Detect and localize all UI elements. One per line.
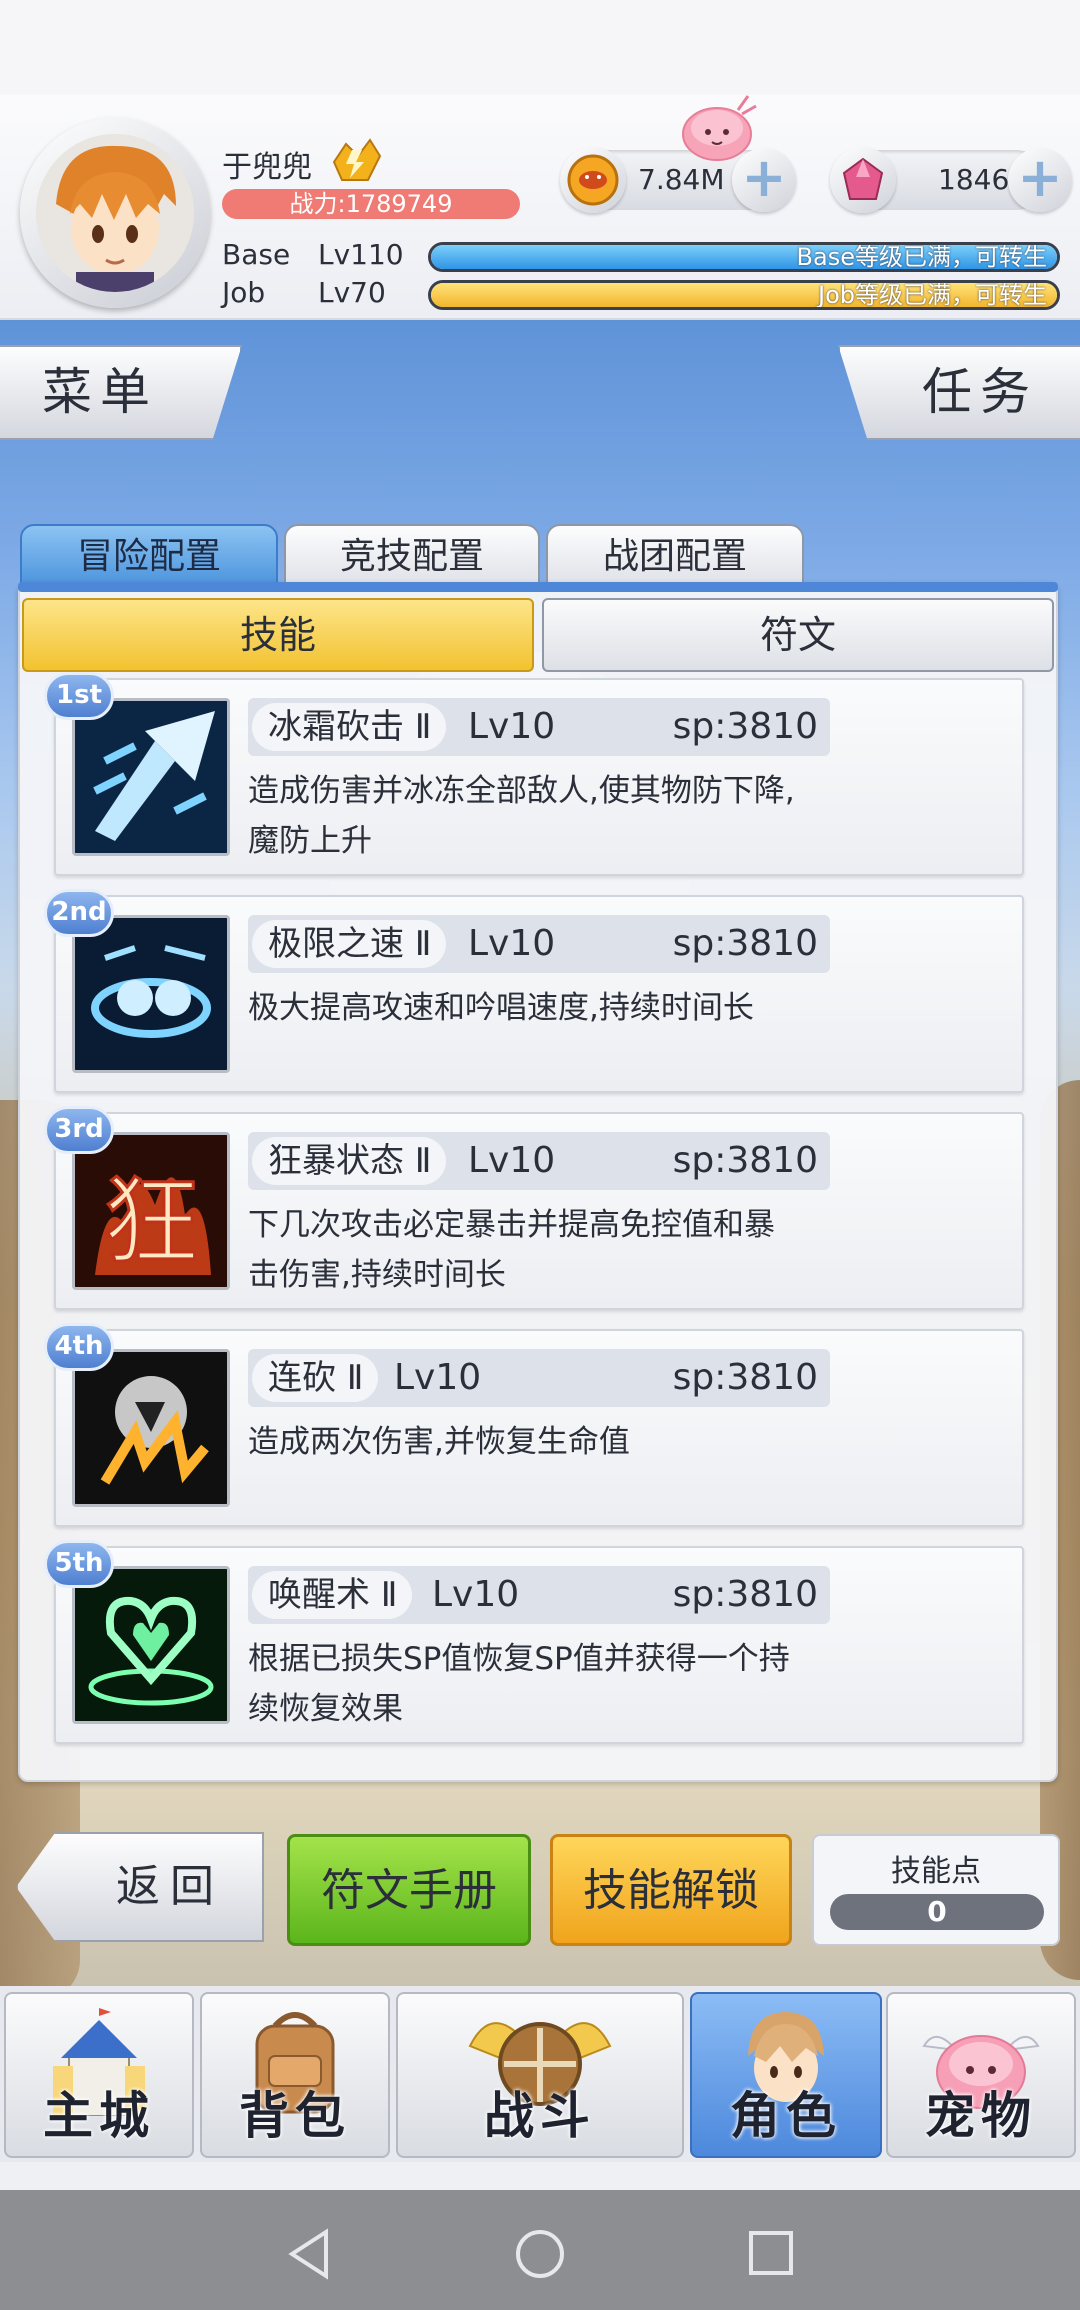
rank-badge: 5th [44, 1540, 114, 1588]
back-button[interactable]: 返回 [16, 1832, 264, 1942]
skill-sp-cost: sp:3810 [672, 1574, 818, 1615]
job-exp-bar: Job等级已满，可转生 [428, 280, 1060, 310]
gem-icon [830, 147, 896, 213]
berserk-glyph: 狂 [103, 1166, 199, 1278]
tab-guild-config[interactable]: 战团配置 [546, 524, 804, 586]
nav-battle[interactable]: 战斗 [396, 1992, 684, 2158]
skill-unlock-button[interactable]: 技能解锁 [550, 1834, 792, 1946]
skill-sp-cost: sp:3810 [672, 706, 818, 747]
skill-slot-5[interactable]: 5th 唤醒术 Ⅱ Lv10 sp:3810 根据已损失SP值恢复SP值并获得一… [44, 1540, 1024, 1744]
panel-accent-line [18, 582, 1058, 592]
skill-header: 唤醒术 Ⅱ Lv10 sp:3810 [248, 1566, 830, 1624]
skill-description-line: 根据已损失SP值恢复SP值并获得一个持 [248, 1641, 790, 1677]
nav-pet[interactable]: 宠物 [886, 1992, 1076, 2158]
recents-square-icon[interactable] [746, 2226, 796, 2282]
avatar-portrait-icon [36, 134, 194, 292]
base-label: Base [222, 238, 291, 271]
skill-sp-cost: sp:3810 [672, 923, 818, 964]
skill-points-label: 技能点 [891, 1854, 981, 1889]
skill-name: 狂暴状态 Ⅱ [252, 1137, 446, 1185]
skill-level: Lv10 [432, 1574, 520, 1615]
skill-name: 冰霜砍击 Ⅱ [252, 703, 446, 751]
awaken-heart-icon [72, 1566, 230, 1724]
base-level-row: Base Lv110 [222, 238, 404, 271]
tab-arena-config[interactable]: 竞技配置 [284, 524, 540, 586]
skill-sp-cost: sp:3810 [672, 1357, 818, 1398]
power-crest-icon [332, 138, 382, 181]
nav-label: 主城 [43, 2087, 155, 2145]
tab-adventure-config[interactable]: 冒险配置 [20, 524, 278, 586]
skill-slot-3[interactable]: 狂 3rd 狂暴状态 Ⅱ Lv10 sp:3810 下几次攻击必定暴击并提高免控… [44, 1106, 1024, 1310]
skill-name: 连砍 Ⅱ [252, 1354, 378, 1402]
skill-slot-2[interactable]: 2nd 极限之速 Ⅱ Lv10 sp:3810 极大提高攻速和吟唱速度,持续时间… [44, 889, 1024, 1093]
job-label: Job [222, 276, 266, 309]
nav-label: 战斗 [484, 2087, 596, 2145]
rank-badge: 4th [44, 1323, 114, 1371]
skill-header: 狂暴状态 Ⅱ Lv10 sp:3810 [248, 1132, 830, 1190]
job-level-row: Job Lv70 [222, 276, 386, 309]
skill-description: 下几次攻击必定暴击并提高免控值和暴 击伤害,持续时间长 [248, 1200, 848, 1300]
subtab-runes[interactable]: 符文 [542, 598, 1054, 672]
skill-name: 唤醒术 Ⅱ [252, 1571, 412, 1619]
avatar[interactable] [36, 134, 194, 292]
subtab-skills[interactable]: 技能 [22, 598, 534, 672]
skill-points-value: 0 [830, 1894, 1044, 1930]
skill-description: 根据已损失SP值恢复SP值并获得一个持 续恢复效果 [248, 1634, 848, 1734]
skill-header: 连砍 Ⅱ Lv10 sp:3810 [248, 1349, 830, 1407]
poring-mascot-icon[interactable] [676, 88, 758, 162]
skill-description: 造成伤害并冰冻全部敌人,使其物防下降, 魔防上升 [248, 766, 848, 866]
job-status: Job等级已满，可转生 [818, 281, 1047, 309]
menu-button[interactable]: 菜单 [0, 345, 242, 440]
skill-description-line: 魔防上升 [248, 823, 372, 859]
skill-level: Lv10 [394, 1357, 482, 1398]
skill-description-line: 造成两次伤害,并恢复生命值 [248, 1424, 630, 1460]
rank-badge: 1st [44, 672, 114, 720]
skill-header: 冰霜砍击 Ⅱ Lv10 sp:3810 [248, 698, 830, 756]
skill-description: 极大提高攻速和吟唱速度,持续时间长 [248, 983, 848, 1033]
status-bar [0, 0, 1080, 95]
rank-badge: 2nd [44, 889, 114, 937]
gold-coin-icon [560, 147, 626, 213]
skill-level: Lv10 [468, 1140, 556, 1181]
add-gems-button[interactable]: + [1008, 148, 1072, 212]
gem-amount: 1846 [938, 163, 1010, 196]
combat-power: 战力:1789749 [222, 189, 520, 219]
nav-label: 宠物 [925, 2087, 1037, 2145]
skill-header: 极限之速 Ⅱ Lv10 sp:3810 [248, 915, 830, 973]
skill-name: 极限之速 Ⅱ [252, 920, 446, 968]
base-status: Base等级已满，可转生 [796, 243, 1047, 271]
skill-sp-cost: sp:3810 [672, 1140, 818, 1181]
skill-level: Lv10 [468, 923, 556, 964]
nav-main-city[interactable]: 主城 [4, 1992, 194, 2158]
skill-description-line: 续恢复效果 [248, 1691, 403, 1727]
skill-description-line: 极大提高攻速和吟唱速度,持续时间长 [248, 990, 754, 1026]
nav-label: 角色 [730, 2087, 842, 2145]
frost-slash-icon [72, 698, 230, 856]
skill-description: 造成两次伤害,并恢复生命值 [248, 1417, 848, 1467]
skill-description-line: 下几次攻击必定暴击并提高免控值和暴 [248, 1207, 775, 1243]
tasks-button[interactable]: 任务 [838, 345, 1080, 440]
nav-label: 背包 [239, 2087, 351, 2145]
job-level: Lv70 [318, 276, 386, 309]
skill-slot-4[interactable]: 4th 连砍 Ⅱ Lv10 sp:3810 造成两次伤害,并恢复生命值 [44, 1323, 1024, 1527]
back-triangle-icon[interactable] [284, 2226, 334, 2282]
nav-backpack[interactable]: 背包 [200, 1992, 390, 2158]
berserk-icon: 狂 [72, 1132, 230, 1290]
skill-level: Lv10 [468, 706, 556, 747]
base-exp-bar: Base等级已满，可转生 [428, 242, 1060, 272]
skill-description-line: 击伤害,持续时间长 [248, 1257, 506, 1293]
rune-manual-button[interactable]: 符文手册 [287, 1834, 531, 1946]
skill-points-box: 技能点 0 [812, 1834, 1060, 1946]
double-slash-icon [72, 1349, 230, 1507]
skill-slot-1[interactable]: 1st 冰霜砍击 Ⅱ Lv10 sp:3810 造成伤害并冰冻全部敌人,使其物防… [44, 672, 1024, 876]
base-level: Lv110 [318, 238, 404, 271]
nav-character[interactable]: 角色 [690, 1992, 882, 2158]
skill-description-line: 造成伤害并冰冻全部敌人,使其物防下降, [248, 773, 795, 809]
rank-badge: 3rd [44, 1106, 114, 1154]
extreme-speed-icon [72, 915, 230, 1073]
player-name: 于兜兜 [222, 150, 312, 185]
home-circle-icon[interactable] [512, 2226, 568, 2282]
